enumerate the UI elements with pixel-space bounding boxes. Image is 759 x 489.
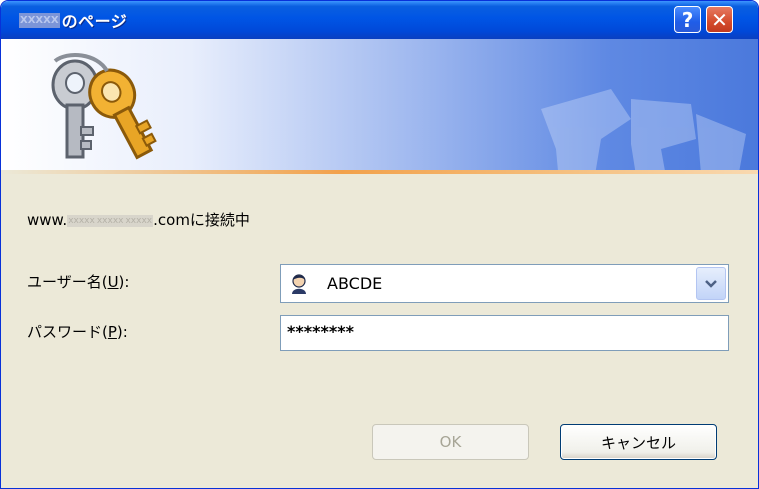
title-suffix: のページ [61,12,128,31]
ok-button[interactable]: OK [372,424,529,460]
username-label-key: U [107,273,119,291]
password-label: パスワード(P): [27,321,128,342]
password-field[interactable]: ******** [280,315,729,351]
username-dropdown-button[interactable] [696,267,726,300]
keys-icon [51,53,157,160]
close-icon: ✕ [711,7,728,32]
connection-prefix: www. [27,211,68,229]
username-value: ABCDE [327,274,383,293]
chevron-down-icon [705,279,717,288]
username-label-post: ): [118,273,130,291]
connection-mask-2: xxxxx [95,214,125,227]
help-button[interactable]: ? [674,6,701,33]
login-dialog: XXXXX のページ ? ✕ www.xxxxx xxxxx xxxxx.com… [0,0,759,489]
username-label: ユーザー名(U): [27,271,129,292]
connection-status: www.xxxxx xxxxx xxxxx.comに接続中 [27,209,250,230]
title-bar[interactable]: XXXXX のページ ? ✕ [1,1,758,39]
connection-mask-1: xxxxx [67,214,96,227]
cancel-button[interactable]: キャンセル [560,424,717,460]
user-icon [292,274,306,294]
connection-suffix: .comに接続中 [153,211,250,229]
password-label-pre: パスワード( [27,323,108,341]
title-masked-site: XXXXX [19,12,60,28]
keys-watermark-icon [541,89,746,170]
close-button[interactable]: ✕ [706,6,733,33]
username-combobox[interactable]: ABCDE [280,264,729,303]
window-title: XXXXX のページ [19,9,127,31]
password-label-key: P [107,323,117,341]
banner-accent-line [1,170,758,174]
username-label-pre: ユーザー名( [27,273,108,291]
help-icon: ? [681,7,694,32]
password-value: ******** [287,322,354,341]
password-label-post: ): [116,323,128,341]
connection-mask-3: xxxxx [124,214,154,227]
